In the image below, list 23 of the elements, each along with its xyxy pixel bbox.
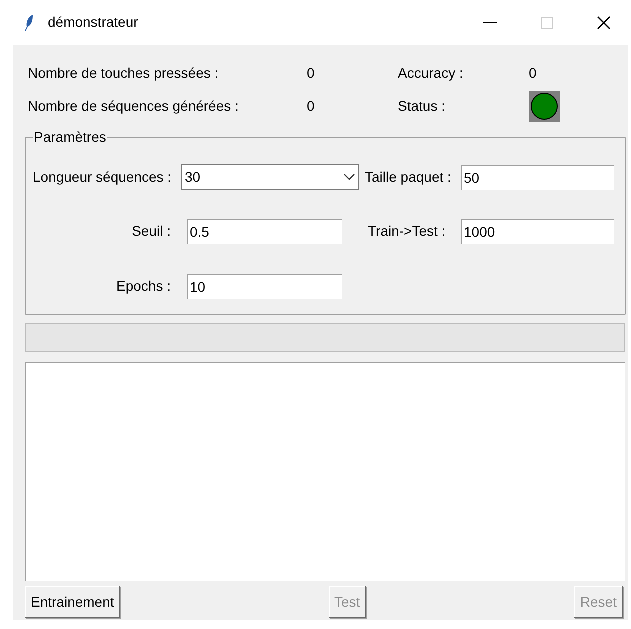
minimize-icon[interactable] (483, 22, 497, 24)
field-label: Epochs : (116, 277, 171, 296)
stat-label: Accuracy : (398, 64, 464, 83)
field-label: Seuil : (131, 222, 171, 241)
sequence-length-dropdown[interactable]: 30 (181, 164, 359, 190)
epochs-field[interactable]: 10 (187, 274, 342, 299)
threshold-field[interactable]: 0.5 (187, 219, 342, 244)
stat-label: Status : (398, 97, 446, 116)
feather-icon (24, 14, 34, 32)
close-icon[interactable] (597, 16, 611, 30)
field-label: Longueur séquences : (33, 168, 173, 187)
chevron-down-icon (344, 174, 355, 180)
stat-value: 0 (307, 97, 316, 116)
action-button[interactable]: Entrainement (25, 586, 120, 618)
train-test-field[interactable]: 1000 (461, 219, 614, 244)
stat-value: 0 (529, 64, 537, 83)
field-label: Train->Test : (368, 222, 447, 241)
field-label: Taille paquet : (365, 168, 452, 187)
stat-label: Nombre de touches pressées : (28, 64, 220, 83)
batch-size-field[interactable]: 50 (461, 164, 614, 190)
stat-value: 0 (307, 64, 316, 83)
stat-label: Nombre de séquences générées : (28, 97, 240, 116)
window-title: démonstrateur (48, 13, 138, 32)
